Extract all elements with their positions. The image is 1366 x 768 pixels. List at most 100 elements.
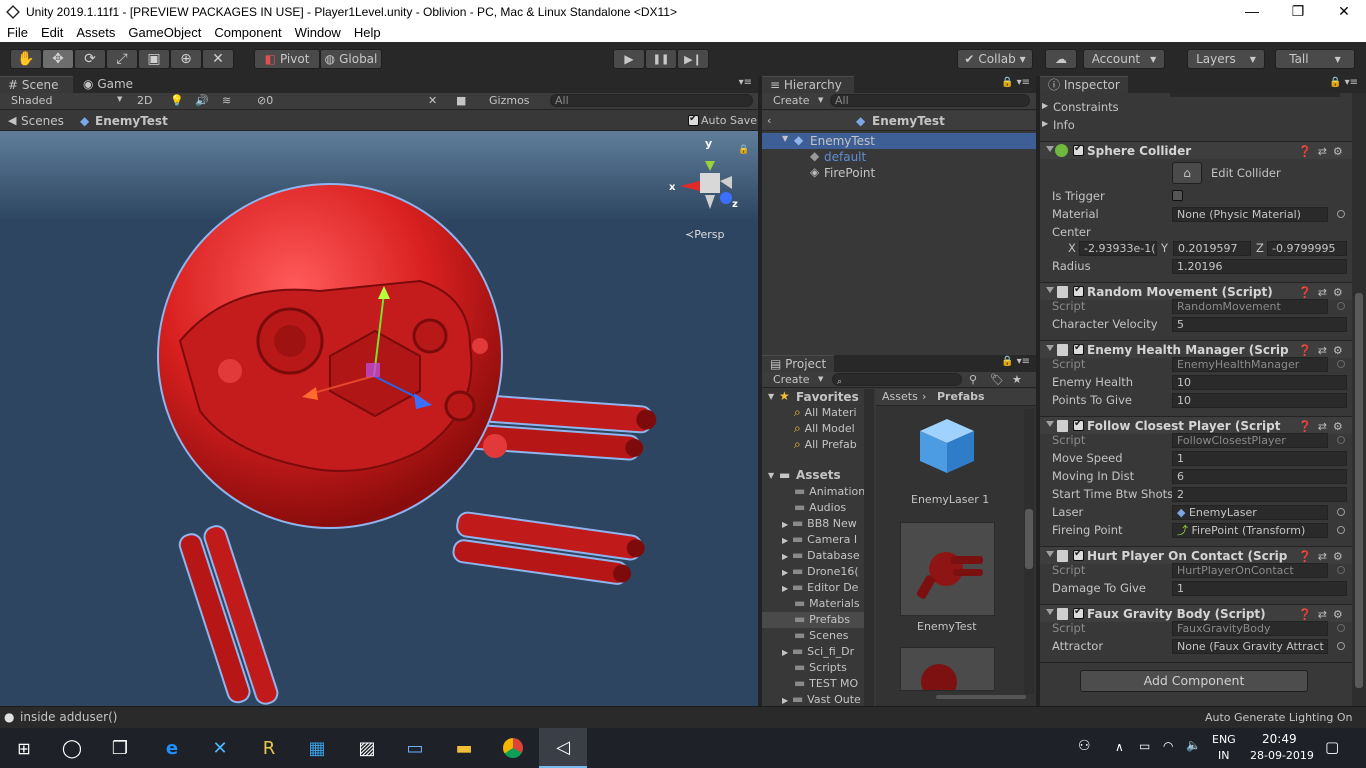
volume-icon[interactable]: 🔈	[1186, 738, 1201, 752]
panel-menu-icon[interactable]: 🔒 ▾≡	[1001, 77, 1030, 88]
help-icon[interactable]: ❓	[1298, 145, 1312, 158]
center-z-field[interactable]: -0.9799995	[1267, 241, 1347, 256]
attractor-field[interactable]: None (Faux Gravity Attract	[1172, 639, 1328, 654]
breadcrumb-scenes[interactable]: Scenes	[21, 114, 64, 128]
menu-assets[interactable]: Assets	[76, 24, 115, 42]
photos-app[interactable]: ▨	[343, 728, 391, 768]
global-toggle[interactable]: ◍ Global	[320, 49, 382, 69]
file-explorer-app[interactable]: ▬	[440, 728, 488, 768]
character-velocity-field[interactable]: 5	[1172, 317, 1347, 332]
scene-viewport[interactable]: y x z 🔒 ≺Persp	[0, 131, 758, 706]
help-icon[interactable]: ❓	[1298, 344, 1312, 357]
object-picker-icon[interactable]	[1337, 508, 1345, 516]
tab-project[interactable]: ▤ Project	[762, 355, 834, 373]
r-app[interactable]: R	[245, 728, 293, 768]
damage-field[interactable]: 1	[1172, 581, 1347, 596]
list-item[interactable]: ▬ Animation	[762, 484, 874, 500]
list-item[interactable]: ▶ ▬ Vast Oute	[762, 692, 874, 706]
panel-menu-icon[interactable]: 🔒 ▾≡	[1001, 356, 1030, 367]
minimize-button[interactable]: —	[1229, 0, 1275, 24]
start-time-field[interactable]: 2	[1172, 487, 1347, 502]
gear-icon[interactable]: ⚙	[1333, 608, 1343, 621]
gizmos-dropdown[interactable]: Gizmos	[489, 94, 530, 107]
hand-tool-button[interactable]: ✋	[10, 49, 42, 69]
scrollbar-thumb[interactable]	[1025, 509, 1033, 569]
effects-icon[interactable]: ≋	[222, 94, 231, 107]
mode-2d-toggle[interactable]: 2D	[137, 94, 152, 107]
menu-gameobject[interactable]: GameObject	[128, 24, 201, 42]
assets-root-label[interactable]: Assets	[796, 468, 841, 482]
component-enabled-checkbox[interactable]	[1073, 342, 1084, 355]
scale-tool-button[interactable]: ⤢	[106, 49, 138, 69]
hidden-objects-toggle[interactable]: ⊘0	[257, 94, 273, 107]
menu-help[interactable]: Help	[354, 24, 381, 42]
zoom-slider[interactable]	[936, 695, 1026, 699]
control-panel-app[interactable]: ▦	[293, 728, 341, 768]
center-x-field[interactable]: -2.93933e-1(	[1079, 241, 1157, 256]
lock-icon[interactable]: 🔒	[738, 145, 749, 155]
enemy-health-field[interactable]: 10	[1172, 375, 1347, 390]
camera-icon[interactable]: ■	[456, 94, 466, 107]
project-create-button[interactable]: Create	[773, 373, 810, 386]
component-enabled-checkbox[interactable]	[1073, 284, 1084, 297]
edge-app[interactable]: e	[148, 728, 196, 768]
rotate-tool-button[interactable]: ⟳	[74, 49, 106, 69]
random-movement-header[interactable]: Random Movement (Script) ❓ ⇄ ⚙	[1040, 282, 1352, 300]
list-item[interactable]: ⌕ All Model	[794, 421, 857, 437]
favorites-label[interactable]: Favorites	[796, 390, 859, 404]
pause-button[interactable]: ❚❚	[645, 49, 677, 69]
list-item[interactable]: ⌕ All Prefab	[794, 437, 857, 453]
list-item[interactable]: ▬ Prefabs	[762, 612, 874, 628]
moving-in-dist-field[interactable]: 6	[1172, 469, 1347, 484]
object-picker-icon[interactable]	[1337, 210, 1345, 218]
tools-app[interactable]: ✕	[196, 728, 244, 768]
lighting-icon[interactable]: 💡	[170, 94, 184, 107]
panel-menu-icon[interactable]: 🔒 ▾≡	[1329, 77, 1358, 88]
list-item[interactable]: ▬ Audios	[762, 500, 874, 516]
add-component-button[interactable]: Add Component	[1080, 670, 1308, 692]
layers-dropdown[interactable]: Layers ▼	[1187, 49, 1265, 69]
shading-mode-dropdown[interactable]: Shaded	[11, 94, 52, 107]
follow-closest-player-header[interactable]: Follow Closest Player (Script ❓ ⇄ ⚙	[1040, 416, 1352, 434]
collab-button[interactable]: ✔ Collab ▾	[957, 49, 1033, 69]
inspector-scrollbar[interactable]	[1352, 93, 1366, 706]
folder-tree-scrollbar[interactable]	[864, 389, 874, 706]
list-item[interactable]: ▶ ▬ Editor De	[762, 580, 874, 596]
close-button[interactable]: ✕	[1321, 0, 1366, 24]
tab-scene[interactable]: # Scene	[0, 76, 73, 94]
gear-icon[interactable]: ⚙	[1333, 286, 1343, 299]
presets-icon[interactable]: ⇄	[1318, 344, 1327, 357]
asset-item[interactable]: EnemyLaser 1	[900, 411, 995, 511]
cloud-button[interactable]: ☁	[1045, 49, 1077, 69]
project-search-input[interactable]: ⌕	[832, 373, 962, 386]
object-picker-icon[interactable]	[1337, 642, 1345, 650]
info-foldout[interactable]: Info	[1053, 118, 1075, 132]
faux-gravity-header[interactable]: Faux Gravity Body (Script) ❓ ⇄ ⚙	[1040, 604, 1352, 622]
panel-menu-icon[interactable]: ▾≡	[739, 77, 752, 88]
is-trigger-checkbox[interactable]	[1172, 190, 1183, 201]
gear-icon[interactable]: ⚙	[1333, 145, 1343, 158]
audio-icon[interactable]: 🔊	[195, 94, 209, 107]
center-y-field[interactable]: 0.2019597	[1173, 241, 1251, 256]
start-button[interactable]: ⊞	[0, 728, 48, 768]
wifi-icon[interactable]: ◠	[1163, 739, 1173, 753]
tab-hierarchy[interactable]: ≡ Hierarchy	[762, 76, 854, 94]
filter-type-icon[interactable]: ⚲	[969, 373, 977, 386]
asset-item[interactable]: EnemyTest	[900, 522, 995, 633]
component-enabled-checkbox[interactable]	[1073, 606, 1084, 619]
points-to-give-field[interactable]: 10	[1172, 393, 1347, 408]
auto-save-checkbox[interactable]	[688, 113, 699, 126]
scene-search-input[interactable]: All	[550, 94, 753, 107]
list-item[interactable]: ◈ FirePoint	[762, 165, 1036, 181]
battery-icon[interactable]: ▭	[1139, 739, 1150, 753]
list-item[interactable]: ▼ ◆ EnemyTest	[762, 133, 1036, 149]
list-item[interactable]: ◆ default	[762, 149, 1036, 165]
restore-button[interactable]: ❐	[1275, 0, 1321, 24]
clock-date[interactable]: 28-09-2019	[1250, 749, 1314, 762]
favorite-star-icon[interactable]: ★	[1012, 373, 1022, 386]
enemy-health-manager-header[interactable]: Enemy Health Manager (Scrip ❓ ⇄ ⚙	[1040, 340, 1352, 358]
computer-app[interactable]: ▭	[391, 728, 439, 768]
filter-label-icon[interactable]: 🏷	[990, 373, 1004, 386]
list-item[interactable]: ▶ ▬ Camera I	[762, 532, 874, 548]
chevron-left-icon[interactable]: ‹	[767, 114, 771, 127]
